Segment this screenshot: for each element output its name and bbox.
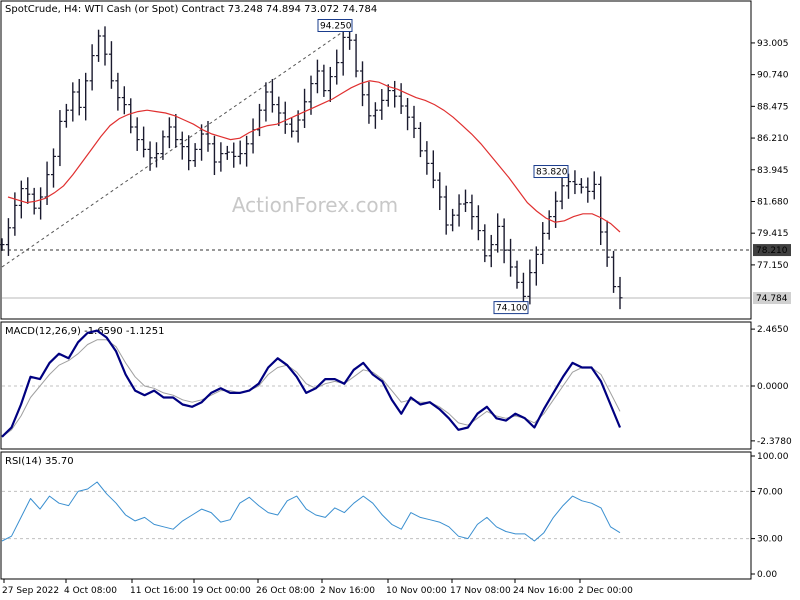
rsi-axis-tick-label: 70.00 [757,487,783,497]
time-tick-label: 17 Nov 08:00 [450,586,511,596]
rsi-title: RSI(14) 35.70 [5,456,74,467]
time-tick-label: 2 Dec 00:00 [578,586,633,596]
price-annotation-text: 74.100 [496,304,528,314]
main-axis-tick-label: 93.005 [757,39,789,49]
watermark: ActionForex.com [232,193,398,217]
time-tick-label: 4 Oct 08:00 [64,586,117,596]
main-pane [0,0,752,320]
time-tick-label: 2 Nov 16:00 [320,586,375,596]
price-annotation-text: 94.250 [320,22,352,32]
price-line-value: 78.210 [756,246,788,256]
main-axis-tick-label: 83.945 [757,166,789,176]
header-ohlc: 73.248 74.894 73.072 74.784 [228,4,378,15]
time-tick-label: 11 Oct 16:00 [130,586,189,596]
header-description: WTI Cash (or Spot) Contract [84,4,224,15]
macd-axis-tick-label: -2.3780 [757,437,792,447]
header-symbol: SpotCrude, H4: [5,4,81,15]
price-line-label: 78.210 [753,244,791,257]
macd-axis-tick-label: 2.4650 [757,325,789,335]
price-annotation: 94.250 [317,19,353,32]
chart-header: SpotCrude, H4: WTI Cash (or Spot) Contra… [5,4,377,15]
time-tick-label: 10 Nov 00:00 [386,586,447,596]
time-tick-label: 24 Nov 16:00 [513,586,574,596]
time-tick-label: 19 Oct 00:00 [192,586,251,596]
main-axis-tick-label: 77.150 [757,261,789,271]
time-tick-label: 27 Sep 2022 [2,586,59,596]
trading-chart: ActionForex.com SpotCrude, H4: WTI Cash … [0,0,792,596]
macd-axis-tick-label: 0.0000 [757,382,789,392]
price-line-value: 74.784 [756,294,788,304]
main-axis-tick-label: 88.475 [757,102,789,112]
main-axis-tick-label: 81.680 [757,197,789,207]
rsi-pane [0,451,752,580]
price-annotation-text: 83.820 [536,168,568,178]
rsi-axis-tick-label: 100.00 [757,452,789,462]
price-annotation: 74.100 [493,301,529,315]
time-tick-label: 26 Oct 08:00 [256,586,315,596]
price-line-label: 74.784 [753,292,791,305]
price-annotation: 83.820 [533,165,569,179]
main-axis-tick-label: 79.415 [757,229,789,239]
main-axis-tick-label: 86.210 [757,134,789,144]
main-axis-tick-label: 90.740 [757,71,789,81]
rsi-axis-tick-label: 0.00 [757,570,777,580]
rsi-axis-tick-label: 30.00 [757,535,783,545]
